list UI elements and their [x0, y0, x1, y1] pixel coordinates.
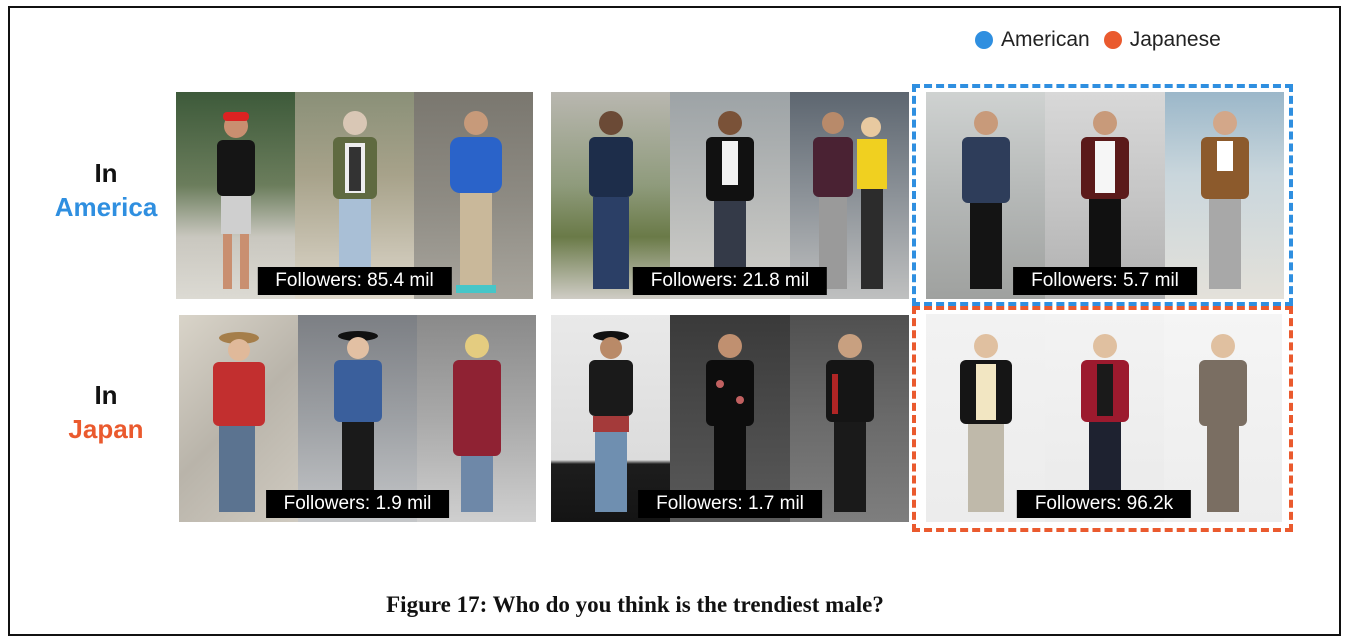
- legend-dot-japanese: [1103, 31, 1122, 49]
- legend: American Japanese: [975, 28, 1221, 52]
- photo-group-america-2: Followers: 21.8 mil: [551, 92, 909, 299]
- followers-badge-japan-1: Followers: 1.9 mil: [265, 490, 450, 518]
- row-label-japan-line2: Japan: [68, 414, 144, 444]
- legend-dot-american: [975, 31, 993, 49]
- followers-badge-america-1: Followers: 85.4 mil: [257, 267, 452, 295]
- highlight-box-american: [912, 84, 1293, 306]
- photo-group-america-1: Followers: 85.4 mil: [176, 92, 533, 299]
- followers-badge-america-2: Followers: 21.8 mil: [632, 267, 828, 295]
- person-figure: [441, 324, 513, 522]
- figure-caption: Figure 17: Who do you think is the trend…: [386, 592, 884, 617]
- row-label-america-line1: In: [94, 158, 118, 188]
- photo-group-japan-1: Followers: 1.9 mil: [179, 315, 536, 522]
- highlight-box-japanese: [912, 306, 1293, 532]
- legend-label-japanese: Japanese: [1129, 28, 1221, 51]
- legend-item-japanese: Japanese: [1103, 28, 1221, 52]
- legend-label-american: American: [1001, 28, 1090, 51]
- row-label-japan: In Japan: [36, 378, 176, 446]
- row-label-america-line2: America: [54, 192, 158, 222]
- person-figure: [575, 324, 647, 522]
- legend-item-american: American: [975, 28, 1090, 52]
- photo-group-japan-2: Followers: 1.7 mil: [551, 315, 909, 522]
- row-label-america: In America: [36, 156, 176, 224]
- person-figure: [814, 324, 886, 522]
- row-label-japan-line1: In: [94, 380, 118, 410]
- followers-badge-japan-2: Followers: 1.7 mil: [638, 490, 822, 518]
